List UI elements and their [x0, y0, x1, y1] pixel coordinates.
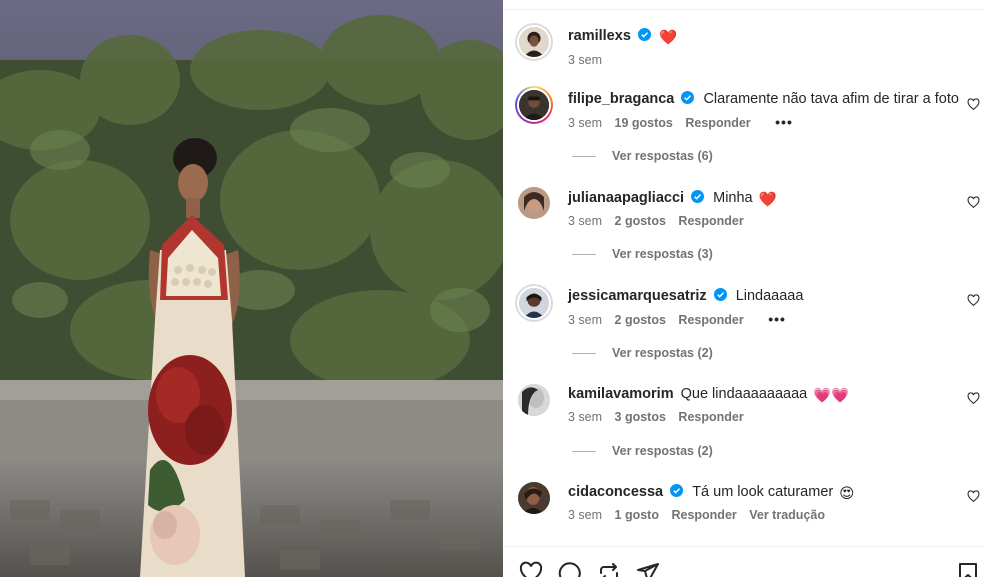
post-photo[interactable] — [0, 0, 503, 577]
view-replies-button[interactable]: Ver respostas (2) — [572, 444, 713, 458]
avatar[interactable] — [518, 187, 550, 219]
view-replies-label: Ver respostas (2) — [612, 444, 713, 458]
avatar[interactable] — [515, 86, 553, 124]
more-options-icon[interactable]: ••• — [775, 114, 793, 130]
comment-text: Tá um look caturamer — [692, 484, 834, 500]
translate-button[interactable]: Ver tradução — [749, 508, 825, 522]
comment-icon[interactable] — [558, 561, 582, 577]
comment-text: Que lindaaaaaaaaa — [680, 386, 808, 402]
heart-icon[interactable] — [519, 561, 543, 577]
verified-badge-icon — [637, 28, 651, 41]
divider — [503, 9, 984, 10]
reply-button[interactable]: Responder — [678, 410, 743, 424]
comment-emoji: ❤️ — [758, 192, 777, 208]
verified-badge-icon — [691, 190, 705, 203]
comment-time[interactable]: 3 sem — [568, 214, 602, 228]
post-photo-illustration — [0, 0, 503, 577]
comment-username[interactable]: julianaapagliacci — [568, 190, 684, 206]
avatar[interactable] — [515, 284, 553, 322]
view-replies-button[interactable]: Ver respostas (6) — [572, 149, 713, 163]
avatar[interactable] — [515, 23, 553, 61]
comment-time[interactable]: 3 sem — [568, 116, 602, 130]
comment-time[interactable]: 3 sem — [568, 508, 602, 522]
reply-button[interactable]: Responder — [678, 214, 743, 228]
like-comment-heart-icon[interactable] — [967, 294, 980, 307]
replies-dash — [572, 451, 596, 453]
like-comment-heart-icon[interactable] — [967, 392, 980, 405]
like-comment-heart-icon[interactable] — [967, 98, 980, 111]
comment-emoji: ❤️ — [658, 30, 678, 46]
bookmark-icon[interactable] — [956, 561, 980, 577]
avatar[interactable] — [518, 482, 550, 514]
view-replies-label: Ver respostas (6) — [612, 149, 713, 163]
verified-badge-icon — [681, 91, 695, 104]
comment-likes[interactable]: 2 gostos — [615, 214, 666, 228]
comment-text: Minha — [713, 190, 753, 206]
comment-emoji: 💗💗 — [813, 388, 850, 404]
view-replies-label: Ver respostas (2) — [612, 346, 713, 360]
like-comment-heart-icon[interactable] — [967, 196, 980, 209]
repost-icon[interactable] — [597, 561, 621, 577]
verified-badge-icon — [713, 288, 727, 301]
comment-text: Lindaaaaa — [735, 288, 804, 304]
verified-badge-icon — [670, 484, 684, 497]
comment-username[interactable]: filipe_braganca — [568, 91, 674, 107]
comments-panel: ramillexs ❤️ 3 sem filipe_braganca Clara… — [503, 0, 984, 577]
view-replies-label: Ver respostas (3) — [612, 247, 713, 261]
comment-username[interactable]: jessicamarquesatriz — [568, 288, 707, 304]
reply-button[interactable]: Responder — [685, 116, 750, 130]
view-replies-button[interactable]: Ver respostas (3) — [572, 247, 713, 261]
like-comment-heart-icon[interactable] — [967, 490, 980, 503]
comment-text: Claramente não tava afim de tirar a foto — [703, 91, 959, 107]
comment-username[interactable]: cidaconcessa — [568, 484, 663, 500]
reply-button[interactable]: Responder — [678, 313, 743, 327]
replies-dash — [572, 254, 596, 256]
reply-button[interactable]: Responder — [671, 508, 736, 522]
send-icon[interactable] — [636, 561, 660, 577]
comment-likes[interactable]: 1 gosto — [615, 508, 659, 522]
avatar[interactable] — [518, 384, 550, 416]
comment-likes[interactable]: 3 gostos — [615, 410, 666, 424]
comment-likes[interactable]: 2 gostos — [615, 313, 666, 327]
replies-dash — [572, 353, 596, 355]
comment-emoji: 😍 — [839, 486, 855, 502]
comment-time[interactable]: 3 sem — [568, 313, 602, 327]
more-options-icon[interactable]: ••• — [768, 311, 786, 327]
view-replies-button[interactable]: Ver respostas (2) — [572, 346, 713, 360]
action-bar — [503, 546, 984, 577]
comment-username[interactable]: kamilavamorim — [568, 386, 674, 402]
comment-time[interactable]: 3 sem — [568, 410, 602, 424]
replies-dash — [572, 156, 596, 158]
comment-username[interactable]: ramillexs — [568, 28, 631, 44]
comment-time[interactable]: 3 sem — [568, 53, 602, 67]
comment-likes[interactable]: 19 gostos — [615, 116, 673, 130]
